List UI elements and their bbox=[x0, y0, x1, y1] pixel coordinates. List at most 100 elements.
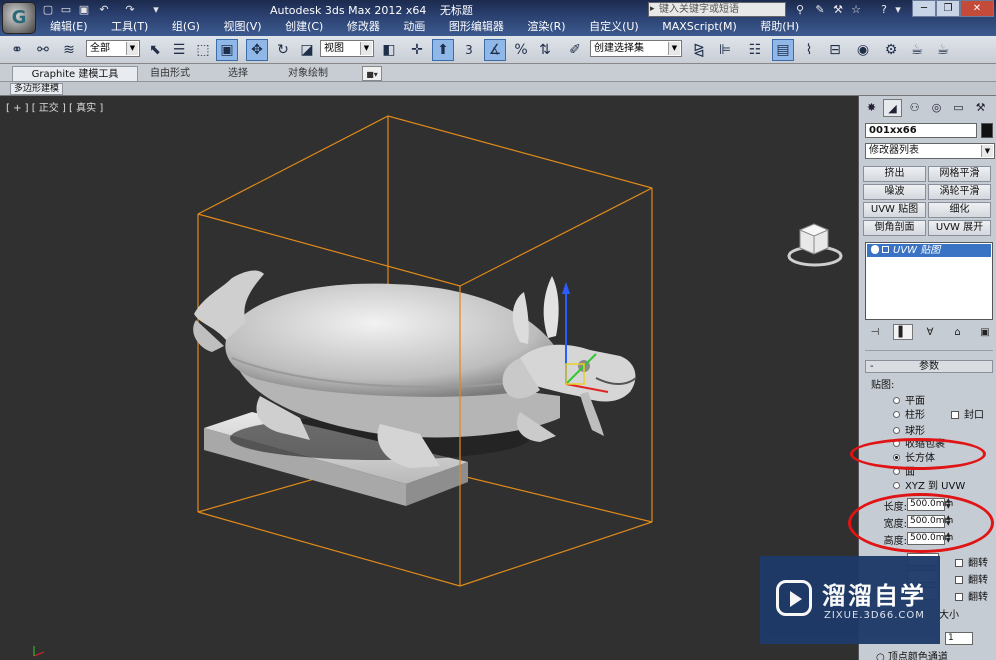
motion-tab-icon[interactable]: ◎ bbox=[927, 99, 946, 117]
tab-selection[interactable]: 选择 bbox=[228, 66, 248, 81]
hierarchy-tab-icon[interactable]: ⚇ bbox=[905, 99, 924, 117]
menu-maxscript[interactable]: MAXScript(M) bbox=[652, 18, 747, 36]
render-production-icon[interactable]: ☕ bbox=[932, 39, 954, 61]
tab-object-paint[interactable]: 对象绘制 bbox=[288, 66, 328, 81]
bevel-profile-button[interactable]: 倒角剖面 bbox=[863, 220, 926, 236]
mirror-icon[interactable]: ⧎ bbox=[688, 39, 710, 61]
unwrap-uvw-button[interactable]: UVW 展开 bbox=[928, 220, 991, 236]
v-flip-checkbox[interactable]: 翻转 bbox=[955, 571, 988, 586]
layer-manager-icon[interactable]: ☷ bbox=[744, 39, 766, 61]
spinner-snap-icon[interactable]: ⇅ bbox=[534, 39, 556, 61]
select-and-scale-icon[interactable]: ◪ bbox=[296, 39, 318, 61]
redo-icon[interactable]: ↷ bbox=[122, 3, 138, 17]
stack-item-uvw-map[interactable]: UVW 贴图 bbox=[867, 244, 991, 257]
tab-freeform[interactable]: 自由形式 bbox=[150, 66, 190, 81]
named-selection-dropdown[interactable]: 创建选择集 ▼ bbox=[590, 40, 682, 57]
keyboard-shortcut-override-icon[interactable]: ⬆ bbox=[432, 39, 454, 61]
turbosmooth-button[interactable]: 涡轮平滑 bbox=[928, 184, 991, 200]
select-by-name-icon[interactable]: ☰ bbox=[168, 39, 190, 61]
graphite-toggle-icon[interactable]: ▤ bbox=[772, 39, 794, 61]
pivot-center-icon[interactable]: ◧ bbox=[378, 39, 400, 61]
angle-snap-icon[interactable]: ∡ bbox=[484, 39, 506, 61]
binoculars-icon[interactable]: ⚲ bbox=[792, 2, 808, 17]
undo-icon[interactable]: ↶ bbox=[96, 3, 112, 17]
open-file-icon[interactable]: ▭ bbox=[58, 3, 74, 17]
menu-customize[interactable]: 自定义(U) bbox=[579, 18, 649, 36]
align-icon[interactable]: ⊫ bbox=[714, 39, 736, 61]
search-input[interactable]: ▸ 键入关键字或短语 bbox=[648, 2, 786, 17]
favorites-star-icon[interactable]: ☆ bbox=[848, 2, 864, 17]
ribbon-options-icon[interactable]: ■▾ bbox=[362, 66, 382, 81]
display-tab-icon[interactable]: ▭ bbox=[949, 99, 968, 117]
close-button[interactable]: ✕ bbox=[960, 0, 994, 17]
rendered-frame-window-icon[interactable]: ☕ bbox=[906, 39, 928, 61]
minimize-button[interactable]: ─ bbox=[912, 0, 936, 17]
remove-modifier-icon[interactable]: ⌂ bbox=[948, 325, 968, 341]
menu-create[interactable]: 创建(C) bbox=[275, 18, 333, 36]
tools-icon[interactable]: ⚒ bbox=[830, 2, 846, 17]
menu-group[interactable]: 组(G) bbox=[162, 18, 210, 36]
mapping-cylindrical-radio[interactable]: 柱形 bbox=[893, 406, 925, 421]
new-file-icon[interactable]: ▢ bbox=[40, 3, 56, 17]
modify-tab-icon[interactable]: ◢ bbox=[883, 99, 902, 117]
snap-toggle-icon[interactable]: 3 bbox=[458, 39, 480, 61]
noise-button[interactable]: 噪波 bbox=[863, 184, 926, 200]
schematic-view-icon[interactable]: ⊟ bbox=[824, 39, 846, 61]
extrude-button[interactable]: 挤出 bbox=[863, 166, 926, 182]
window-crossing-icon[interactable]: ▣ bbox=[216, 39, 238, 61]
menu-animation[interactable]: 动画 bbox=[393, 18, 435, 36]
w-flip-checkbox[interactable]: 翻转 bbox=[955, 588, 988, 603]
menu-help[interactable]: 帮助(H) bbox=[750, 18, 809, 36]
map-channel-input[interactable]: 1 bbox=[945, 632, 973, 645]
object-name-field[interactable]: 001xx66 bbox=[865, 123, 977, 138]
light-bulb-icon[interactable] bbox=[871, 245, 879, 254]
communication-center-icon[interactable]: ✎ bbox=[812, 2, 828, 17]
tessellate-button[interactable]: 细化 bbox=[928, 202, 991, 218]
uvw-map-button[interactable]: UVW 贴图 bbox=[863, 202, 926, 218]
select-object-icon[interactable]: ⬉ bbox=[144, 39, 166, 61]
menu-modifiers[interactable]: 修改器 bbox=[337, 18, 390, 36]
select-and-move-icon[interactable]: ✥ bbox=[246, 39, 268, 61]
menu-edit[interactable]: 编辑(E) bbox=[40, 18, 98, 36]
tab-graphite-modeling[interactable]: Graphite 建模工具 bbox=[12, 66, 138, 81]
pin-stack-icon[interactable]: ⊣ bbox=[865, 325, 885, 341]
restore-button[interactable]: ❐ bbox=[936, 0, 960, 17]
render-setup-icon[interactable]: ⚙ bbox=[880, 39, 902, 61]
menu-views[interactable]: 视图(V) bbox=[213, 18, 271, 36]
edit-named-selection-icon[interactable]: ✐ bbox=[564, 39, 586, 61]
menu-tools[interactable]: 工具(T) bbox=[101, 18, 158, 36]
vertex-color-channel-radio[interactable]: ○ 顶点颜色通道 bbox=[876, 648, 948, 660]
reference-coordinate-dropdown[interactable]: 视图 ▼ bbox=[320, 40, 374, 57]
selection-filter-dropdown[interactable]: 全部 ▼ bbox=[86, 40, 140, 57]
percent-snap-icon[interactable]: % bbox=[510, 39, 532, 61]
perspective-viewport[interactable]: [ + ] [ 正交 ] [ 真实 ] bbox=[0, 96, 858, 660]
utilities-tab-icon[interactable]: ⚒ bbox=[971, 99, 990, 117]
bind-space-warp-icon[interactable]: ≋ bbox=[58, 39, 80, 61]
select-and-link-icon[interactable]: ⚭ bbox=[6, 39, 28, 61]
select-and-rotate-icon[interactable]: ↻ bbox=[272, 39, 294, 61]
help-dropdown-icon[interactable]: ▾ bbox=[890, 2, 906, 17]
object-color-swatch[interactable] bbox=[981, 123, 993, 138]
mapping-xyz-to-uvw-radio[interactable]: XYZ 到 UVW bbox=[893, 477, 965, 492]
app-logo-button[interactable]: G bbox=[2, 2, 36, 34]
configure-modifier-sets-icon[interactable]: ▣ bbox=[975, 325, 995, 341]
modifier-list-dropdown[interactable]: 修改器列表 ▼ bbox=[865, 143, 995, 159]
save-icon[interactable]: ▣ bbox=[76, 3, 92, 17]
make-unique-icon[interactable]: ∀ bbox=[920, 325, 940, 341]
create-tab-icon[interactable]: ✸ bbox=[862, 99, 881, 117]
quick-access-dropdown-icon[interactable]: ▾ bbox=[148, 3, 164, 17]
rectangular-selection-icon[interactable]: ⬚ bbox=[192, 39, 214, 61]
cap-checkbox[interactable]: 封口 bbox=[951, 406, 984, 421]
menu-rendering[interactable]: 渲染(R) bbox=[517, 18, 575, 36]
u-flip-checkbox[interactable]: 翻转 bbox=[955, 554, 988, 569]
show-end-result-icon[interactable]: ▌ bbox=[892, 324, 913, 340]
modifier-stack[interactable]: UVW 贴图 bbox=[865, 242, 993, 320]
manipulate-icon[interactable]: ✛ bbox=[406, 39, 428, 61]
material-editor-icon[interactable]: ◉ bbox=[852, 39, 874, 61]
parameters-rollout-header[interactable]: - 参数 bbox=[865, 360, 993, 373]
expand-box-icon[interactable] bbox=[882, 246, 889, 253]
menu-graph-editors[interactable]: 图形编辑器 bbox=[439, 18, 514, 36]
viewcube-icon[interactable] bbox=[786, 220, 844, 268]
tab-polygon-modeling[interactable]: 多边形建模 bbox=[10, 83, 64, 95]
curve-editor-icon[interactable]: ⌇ bbox=[798, 39, 820, 61]
